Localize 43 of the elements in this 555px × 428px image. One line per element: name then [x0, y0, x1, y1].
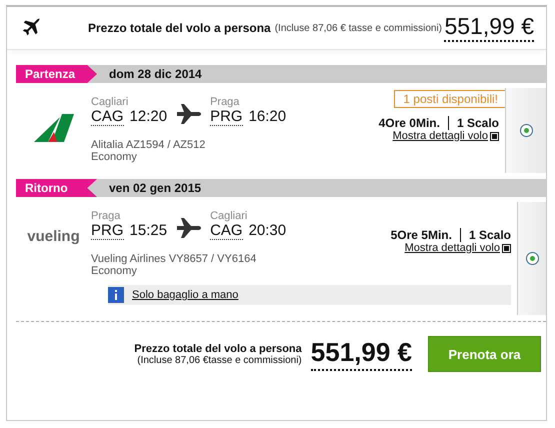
cabin-class: Economy: [91, 151, 138, 163]
leg-tag: Ritorno: [16, 179, 97, 197]
arrival-time: 16:20: [248, 108, 286, 126]
airport-code: CAG: [210, 222, 243, 240]
baggage-link[interactable]: Solo bagaglio a mano: [132, 289, 238, 301]
airport-code: PRG: [91, 222, 124, 240]
airline-logo: vueling: [27, 228, 80, 247]
details-link[interactable]: Mostra dettagli volo: [392, 130, 488, 142]
leg-date: ven 02 gen 2015: [109, 181, 202, 195]
total-price: 551,99 €: [444, 14, 534, 42]
taxes-note: (Incluse 87,06 €tasse e commissioni): [137, 354, 302, 366]
airport-code: PRG: [210, 108, 243, 126]
leg-date: dom 28 dic 2014: [109, 67, 202, 81]
flight-duration: 4Ore 0Min.: [378, 116, 449, 130]
flight-numbers: Vueling Airlines VY8657 / VY6164: [91, 253, 258, 265]
price-label: Prezzo totale del volo a persona: [134, 342, 302, 354]
stops-count: 1 Scalo: [468, 228, 511, 242]
taxes-note: (Incluse 87,06 € tasse e commissioni): [274, 22, 442, 34]
flight-duration: 5Ore 5Min.: [390, 228, 461, 242]
price-label: Prezzo totale del volo a persona: [88, 21, 271, 35]
departure-time: 12:20: [130, 108, 168, 126]
departure-city: Cagliari: [91, 96, 130, 108]
details-link[interactable]: Mostra dettagli volo: [404, 242, 500, 254]
airplane-icon: [176, 217, 202, 239]
departure-city: Praga: [91, 210, 122, 222]
select-radio[interactable]: [520, 124, 532, 137]
stops-count: 1 Scalo: [456, 116, 499, 130]
airport-code: CAG: [91, 108, 124, 126]
arrival-city: Cagliari: [210, 210, 248, 222]
departure-time: 15:25: [130, 222, 168, 240]
arrival-city: Praga: [210, 96, 240, 108]
arrival-time: 20:30: [248, 222, 286, 240]
flight-numbers: Alitalia AZ1594 / AZ512: [91, 139, 206, 151]
popup-icon: [490, 132, 499, 140]
airplane-icon: [176, 103, 202, 125]
cabin-class: Economy: [91, 265, 138, 277]
popup-icon: [502, 244, 511, 252]
info-icon: [108, 287, 124, 303]
select-radio[interactable]: [526, 252, 538, 265]
leg-tag: Partenza: [16, 65, 97, 83]
airline-logo: [34, 114, 74, 144]
total-price: 551,99 €: [310, 337, 412, 371]
seats-notice: 1 posti disponibili!: [394, 90, 507, 108]
